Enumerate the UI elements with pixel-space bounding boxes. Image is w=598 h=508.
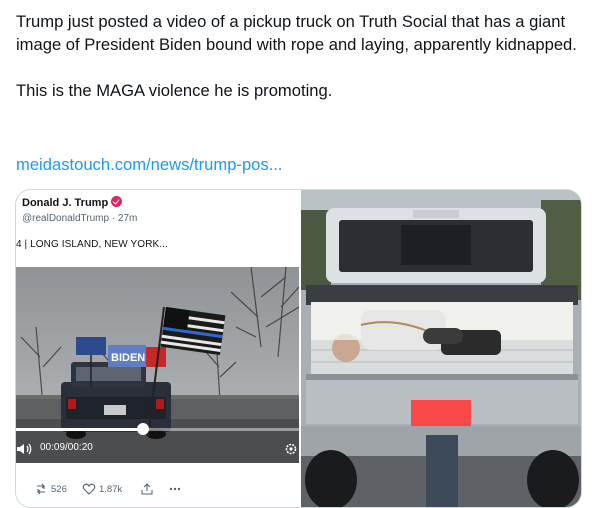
tweet-text-paragraph-2: This is the MAGA violence he is promotin…: [16, 81, 333, 100]
embed-post-text: 4 | LONG ISLAND, NEW YORK...: [16, 239, 168, 250]
like-button[interactable]: 1.87k: [82, 482, 122, 496]
volume-icon[interactable]: [16, 442, 34, 456]
video-time: 00:09/00:20: [40, 442, 93, 453]
tweet-text-paragraph-1: Trump just posted a video of a pickup tr…: [16, 12, 577, 54]
embed-display-name: Donald J. Trump: [22, 197, 109, 209]
flag-text: BIDEN: [111, 352, 145, 364]
video-frame: BIDEN: [16, 267, 299, 463]
embed-author: Donald J. Trump: [22, 196, 123, 209]
video-player[interactable]: BIDEN: [16, 267, 299, 463]
repost-count: 526: [51, 483, 67, 495]
settings-gear-icon[interactable]: [284, 442, 298, 456]
verified-badge-icon: [111, 196, 123, 207]
embed-handle-time: @realDonaldTrump · 27m: [22, 213, 138, 224]
truck-photo[interactable]: [301, 190, 581, 507]
truck-photo-image: [301, 190, 581, 507]
embedded-post-screenshot[interactable]: Donald J. Trump @realDonaldTrump · 27m 4…: [16, 190, 299, 507]
tweet-body: Trump just posted a video of a pickup tr…: [16, 10, 582, 102]
media-grid[interactable]: Donald J. Trump @realDonaldTrump · 27m 4…: [15, 189, 582, 508]
more-icon: [169, 487, 181, 491]
heart-icon: [82, 483, 96, 495]
scrubber-progress: [16, 428, 144, 431]
embed-actions-bar: 526 1.87k: [16, 482, 299, 502]
more-button[interactable]: [168, 482, 182, 496]
repost-button[interactable]: 526: [34, 482, 67, 496]
like-count: 1.87k: [99, 483, 123, 495]
video-scrubber[interactable]: [16, 423, 299, 435]
repost-icon: [37, 483, 45, 495]
article-link[interactable]: meidastouch.com/news/trump-pos...: [16, 153, 283, 176]
share-icon: [141, 483, 153, 495]
share-button[interactable]: [140, 482, 154, 496]
